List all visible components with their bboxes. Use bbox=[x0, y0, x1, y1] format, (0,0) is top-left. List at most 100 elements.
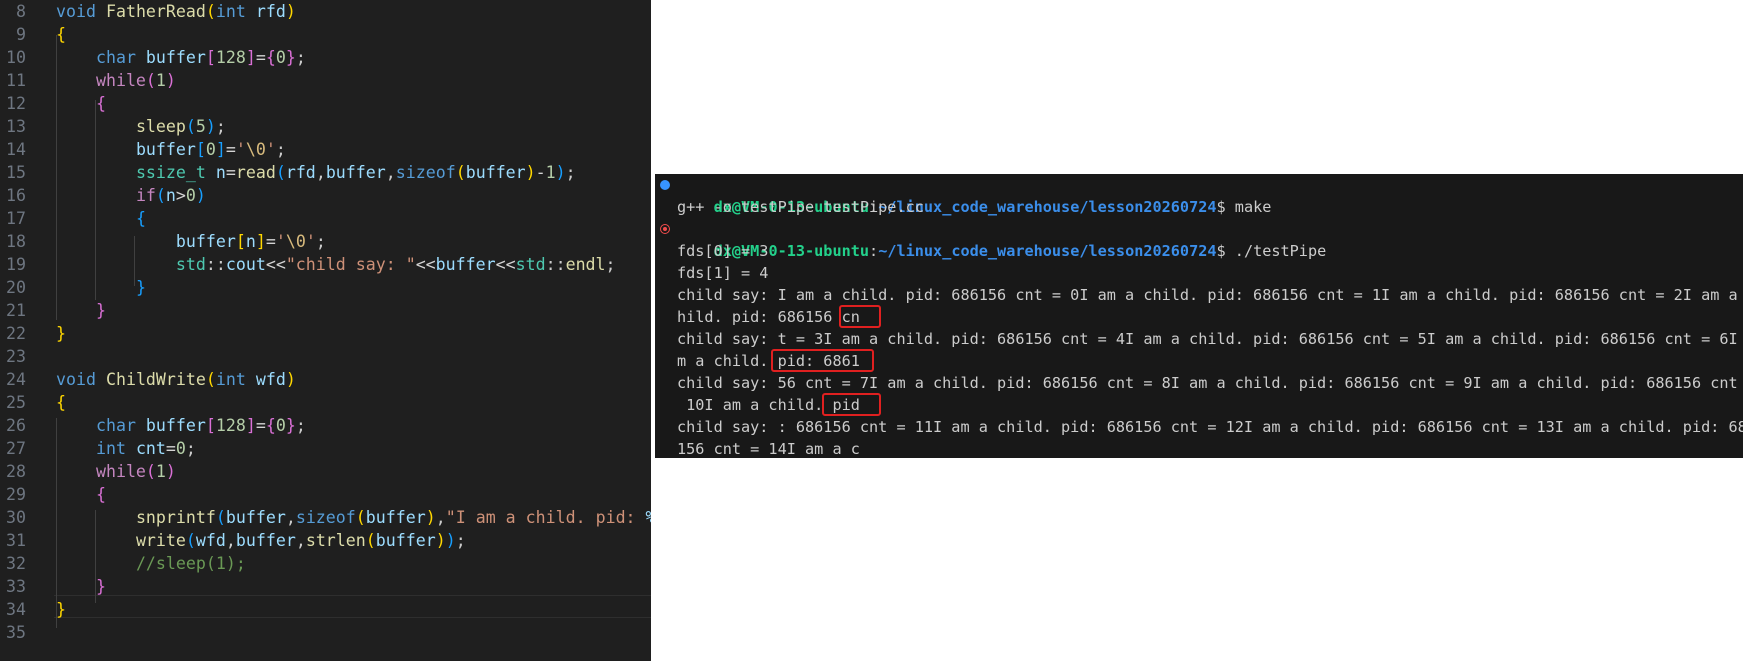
code-token: ] bbox=[245, 416, 256, 435]
code-token: 0 bbox=[185, 186, 196, 205]
line-number: 28 bbox=[6, 462, 26, 481]
line-number: 26 bbox=[6, 416, 26, 435]
code-token: "child say: " bbox=[285, 255, 416, 274]
code-line[interactable]: 31 write(wfd,buffer,strlen(buffer)); bbox=[0, 529, 651, 552]
code-token: ) bbox=[195, 186, 206, 205]
line-number: 12 bbox=[6, 94, 26, 113]
line-number: 32 bbox=[6, 554, 26, 573]
code-token: 0 bbox=[275, 48, 286, 67]
code-token: write bbox=[135, 531, 186, 550]
code-token: 0 bbox=[275, 416, 286, 435]
line-number: 29 bbox=[6, 485, 26, 504]
code-token: - bbox=[535, 163, 546, 182]
terminal-command: $ make bbox=[1216, 198, 1272, 216]
code-token: = bbox=[265, 232, 276, 251]
code-token: { bbox=[56, 25, 66, 44]
code-line[interactable]: 21 } bbox=[0, 299, 651, 322]
code-text: snprintf(buffer,sizeof(buffer),"I am a c… bbox=[56, 506, 651, 529]
line-number: 13 bbox=[6, 117, 26, 136]
code-line[interactable]: 35 bbox=[0, 621, 651, 644]
code-token: ) bbox=[285, 2, 296, 21]
code-token: :: bbox=[545, 255, 566, 274]
terminal-output-line: hild. pid: 686156 cn bbox=[677, 308, 860, 326]
code-line[interactable]: 28 while(1) bbox=[0, 460, 651, 483]
code-token: :: bbox=[205, 255, 226, 274]
code-line[interactable]: 18 buffer[n]='\0'; bbox=[0, 230, 651, 253]
code-token: { bbox=[95, 485, 106, 504]
line-number: 18 bbox=[6, 232, 26, 251]
code-line[interactable]: 12 { bbox=[0, 92, 651, 115]
code-line[interactable]: 9{ bbox=[0, 23, 651, 46]
code-text: while(1) bbox=[56, 460, 176, 483]
code-token: strlen bbox=[305, 531, 366, 550]
code-line[interactable]: 27 int cnt=0; bbox=[0, 437, 651, 460]
code-line[interactable]: 29 { bbox=[0, 483, 651, 506]
code-line[interactable]: 11 while(1) bbox=[0, 69, 651, 92]
code-token: ) bbox=[435, 531, 446, 550]
code-token: ) bbox=[445, 531, 456, 550]
code-token: = bbox=[225, 140, 236, 159]
code-token: ' bbox=[305, 232, 316, 251]
code-line[interactable]: 14 buffer[0]='\0'; bbox=[0, 138, 651, 161]
line-number: 27 bbox=[6, 439, 26, 458]
code-token: sizeof bbox=[395, 163, 456, 182]
code-token: ; bbox=[455, 531, 466, 550]
code-line[interactable]: 20 } bbox=[0, 276, 651, 299]
terminal-output-line: child say: t = 3I am a child. pid: 68615… bbox=[677, 330, 1743, 348]
code-token: { bbox=[265, 416, 276, 435]
code-line[interactable]: 26 char buffer[128]={0}; bbox=[0, 414, 651, 437]
code-token: //sleep(1); bbox=[135, 554, 246, 573]
code-line[interactable]: 13 sleep(5); bbox=[0, 115, 651, 138]
code-line[interactable]: 15 ssize_t n=read(rfd,buffer,sizeof(buff… bbox=[0, 161, 651, 184]
terminal-prompt-line: dx@VM-0-13-ubuntu:~/linux_code_warehouse… bbox=[660, 218, 1326, 260]
code-text: } bbox=[56, 598, 66, 621]
code-token: [ bbox=[205, 48, 216, 67]
code-line[interactable]: 33 } bbox=[0, 575, 651, 598]
code-line[interactable]: 19 std::cout<<"child say: "<<buffer<<std… bbox=[0, 253, 651, 276]
code-token: std bbox=[175, 255, 206, 274]
code-token: wfd bbox=[195, 531, 226, 550]
code-token: char bbox=[95, 48, 136, 67]
code-token: cout bbox=[225, 255, 266, 274]
code-token: ( bbox=[355, 508, 366, 527]
code-token: ) bbox=[285, 370, 296, 389]
code-line[interactable]: 32 //sleep(1); bbox=[0, 552, 651, 575]
code-line[interactable]: 16 if(n>0) bbox=[0, 184, 651, 207]
code-line[interactable]: 34} bbox=[0, 598, 651, 621]
code-text: void FatherRead(int rfd) bbox=[56, 0, 296, 23]
code-token: 128 bbox=[215, 416, 246, 435]
code-token: ; bbox=[185, 439, 196, 458]
line-number: 25 bbox=[6, 393, 26, 412]
terminal-output-line: child say: 56 cnt = 7I am a child. pid: … bbox=[677, 374, 1743, 392]
code-token: ) bbox=[555, 163, 566, 182]
code-line[interactable]: 22} bbox=[0, 322, 651, 345]
code-line[interactable]: 24 void ChildWrite(int wfd) bbox=[0, 368, 651, 391]
terminal-output-line: g++ -o testPipe testPipe.cc bbox=[677, 198, 924, 216]
command-error-icon[interactable] bbox=[660, 224, 670, 234]
line-number: 14 bbox=[6, 140, 26, 159]
code-token: ; bbox=[215, 117, 226, 136]
code-line[interactable]: 17 { bbox=[0, 207, 651, 230]
code-line[interactable]: 8 void FatherRead(int rfd) bbox=[0, 0, 651, 23]
command-success-icon[interactable] bbox=[660, 180, 670, 190]
code-line[interactable]: 23 bbox=[0, 345, 651, 368]
line-number: 9 bbox=[16, 25, 26, 44]
code-token: FatherRead bbox=[105, 2, 206, 21]
code-line[interactable]: 30 snprintf(buffer,sizeof(buffer),"I am … bbox=[0, 506, 651, 529]
code-text: write(wfd,buffer,strlen(buffer)); bbox=[56, 529, 466, 552]
code-editor[interactable]: 8 void FatherRead(int rfd) 9{10 char buffe… bbox=[0, 0, 651, 661]
line-number: 31 bbox=[6, 531, 26, 550]
code-token: , bbox=[285, 508, 296, 527]
code-token: ; bbox=[605, 255, 616, 274]
code-line[interactable]: 10 char buffer[128]={0}; bbox=[0, 46, 651, 69]
code-token: ) bbox=[525, 163, 536, 182]
code-token: ChildWrite bbox=[105, 370, 206, 389]
terminal-panel[interactable]: dx@VM-0-13-ubuntu:~/linux_code_warehouse… bbox=[655, 174, 1743, 458]
code-line[interactable]: 25 { bbox=[0, 391, 651, 414]
